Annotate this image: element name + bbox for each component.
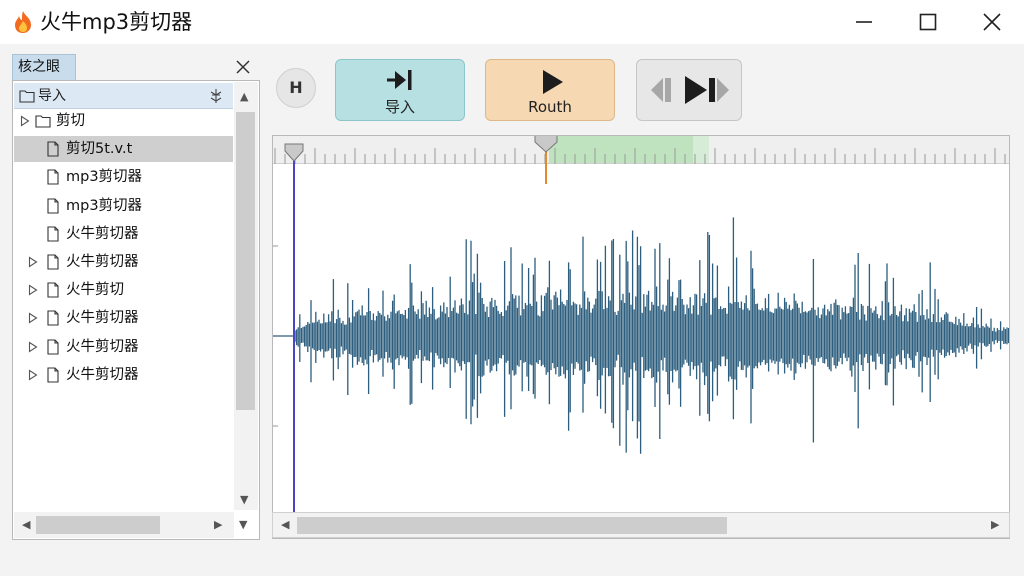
scroll-down-arrow[interactable]: ▼ [240, 494, 248, 506]
folder-icon [19, 90, 35, 103]
tree-item-label: 剪切 [56, 113, 85, 129]
tree-item-label: 火牛剪切器 [66, 310, 139, 327]
file-icon [47, 339, 59, 355]
scroll-up-arrow[interactable]: ▲ [240, 91, 248, 103]
close-icon[interactable] [233, 57, 253, 77]
tree-item[interactable]: 火牛剪切 [14, 277, 233, 303]
tree-item-label: 剪切5t.v.t [66, 141, 133, 158]
file-icon [47, 282, 59, 298]
tree-item-label: 火牛剪切器 [66, 366, 139, 383]
tree-item[interactable]: 火牛剪切器 [14, 362, 233, 388]
waveform[interactable] [273, 136, 1009, 538]
import-icon [387, 70, 412, 90]
file-icon [47, 310, 59, 326]
scroll-right-arrow[interactable]: ▶ [214, 519, 222, 531]
waveform-horizontal-scrollbar[interactable]: ◀ ▶ [272, 512, 1010, 538]
file-icon [47, 169, 59, 185]
tree-item[interactable]: 火牛剪切器 [14, 305, 233, 331]
tree-item-label: 火牛剪切 [66, 282, 124, 299]
flame-icon [15, 11, 31, 33]
scroll-left-arrow[interactable]: ◀ [22, 519, 30, 531]
seek-button[interactable] [636, 59, 742, 121]
waveform-panel[interactable] [272, 135, 1010, 539]
tree-vertical-scroll-thumb[interactable] [236, 112, 255, 410]
close-icon [983, 13, 1001, 31]
maximize-icon [919, 13, 937, 31]
panel-tab[interactable]: 核之眼 [12, 54, 76, 80]
folder-icon [35, 115, 51, 128]
close-window-button[interactable] [960, 0, 1024, 44]
tree-horizontal-scrollbar[interactable]: ◀ ▶ [14, 512, 234, 538]
file-icon [47, 367, 59, 383]
expand-arrow-icon[interactable] [28, 312, 38, 324]
play-button[interactable]: Routh [485, 59, 615, 121]
import-button[interactable]: 导入 [335, 59, 465, 121]
tree-vertical-scrollbar[interactable]: ▲ ▼ [234, 82, 258, 510]
expand-arrow-icon[interactable] [28, 256, 38, 268]
expand-arrow-icon[interactable] [28, 341, 38, 353]
file-icon [47, 226, 59, 242]
window-title: 火牛mp3剪切器 [40, 10, 193, 34]
tree-horizontal-scroll-thumb[interactable] [36, 516, 160, 534]
title-bar: 火牛mp3剪切器 [0, 0, 1024, 44]
seek-icon [651, 76, 729, 104]
expand-arrow-icon[interactable] [28, 284, 38, 296]
tree-item[interactable]: 火牛剪切器 [14, 249, 233, 275]
waveform-scroll-thumb[interactable] [297, 517, 727, 534]
import-button-label: 导入 [384, 98, 415, 116]
scroll-right-arrow[interactable]: ▶ [991, 519, 999, 531]
tree-item[interactable]: 火牛剪切器 [14, 334, 233, 360]
minimize-button[interactable] [832, 0, 896, 44]
maximize-button[interactable] [896, 0, 960, 44]
h-button[interactable]: H [276, 68, 316, 108]
minimize-icon [856, 21, 872, 23]
tree-item-label: mp3剪切器 [66, 197, 143, 214]
scroll-down-arrow[interactable]: ▼ [239, 519, 247, 531]
tree-item[interactable]: mp3剪切器 [14, 164, 233, 190]
tree-settings-icon[interactable] [208, 88, 224, 104]
file-icon [47, 198, 59, 214]
playhead-current-marker[interactable] [534, 136, 558, 184]
tree-item[interactable]: mp3剪切器 [14, 193, 233, 219]
tree-header-label: 导入 [38, 88, 66, 104]
file-tree: 导入 剪切 剪切5t.v.t mp3剪切器 mp3剪切器 火牛剪切器 火牛剪切器 火牛剪切火… [12, 80, 260, 540]
tree-item-label: 火牛剪切器 [66, 338, 139, 355]
file-icon [47, 254, 59, 270]
tree-item[interactable]: 剪切5t.v.t [14, 136, 233, 163]
expand-arrow-icon[interactable] [20, 115, 30, 127]
tree-folder[interactable]: 剪切 [14, 108, 233, 134]
play-button-label: Routh [528, 98, 572, 116]
tree-header[interactable]: 导入 [14, 83, 233, 109]
scroll-left-arrow[interactable]: ◀ [281, 519, 289, 531]
tree-item-label: 火牛剪切器 [66, 254, 139, 270]
play-icon [543, 70, 563, 94]
tree-item-label: mp3剪切器 [66, 169, 143, 186]
tree-item-label: 火牛剪切器 [66, 225, 139, 242]
expand-arrow-icon[interactable] [28, 369, 38, 381]
file-icon [47, 141, 59, 157]
tree-item[interactable]: 火牛剪切器 [14, 221, 233, 247]
